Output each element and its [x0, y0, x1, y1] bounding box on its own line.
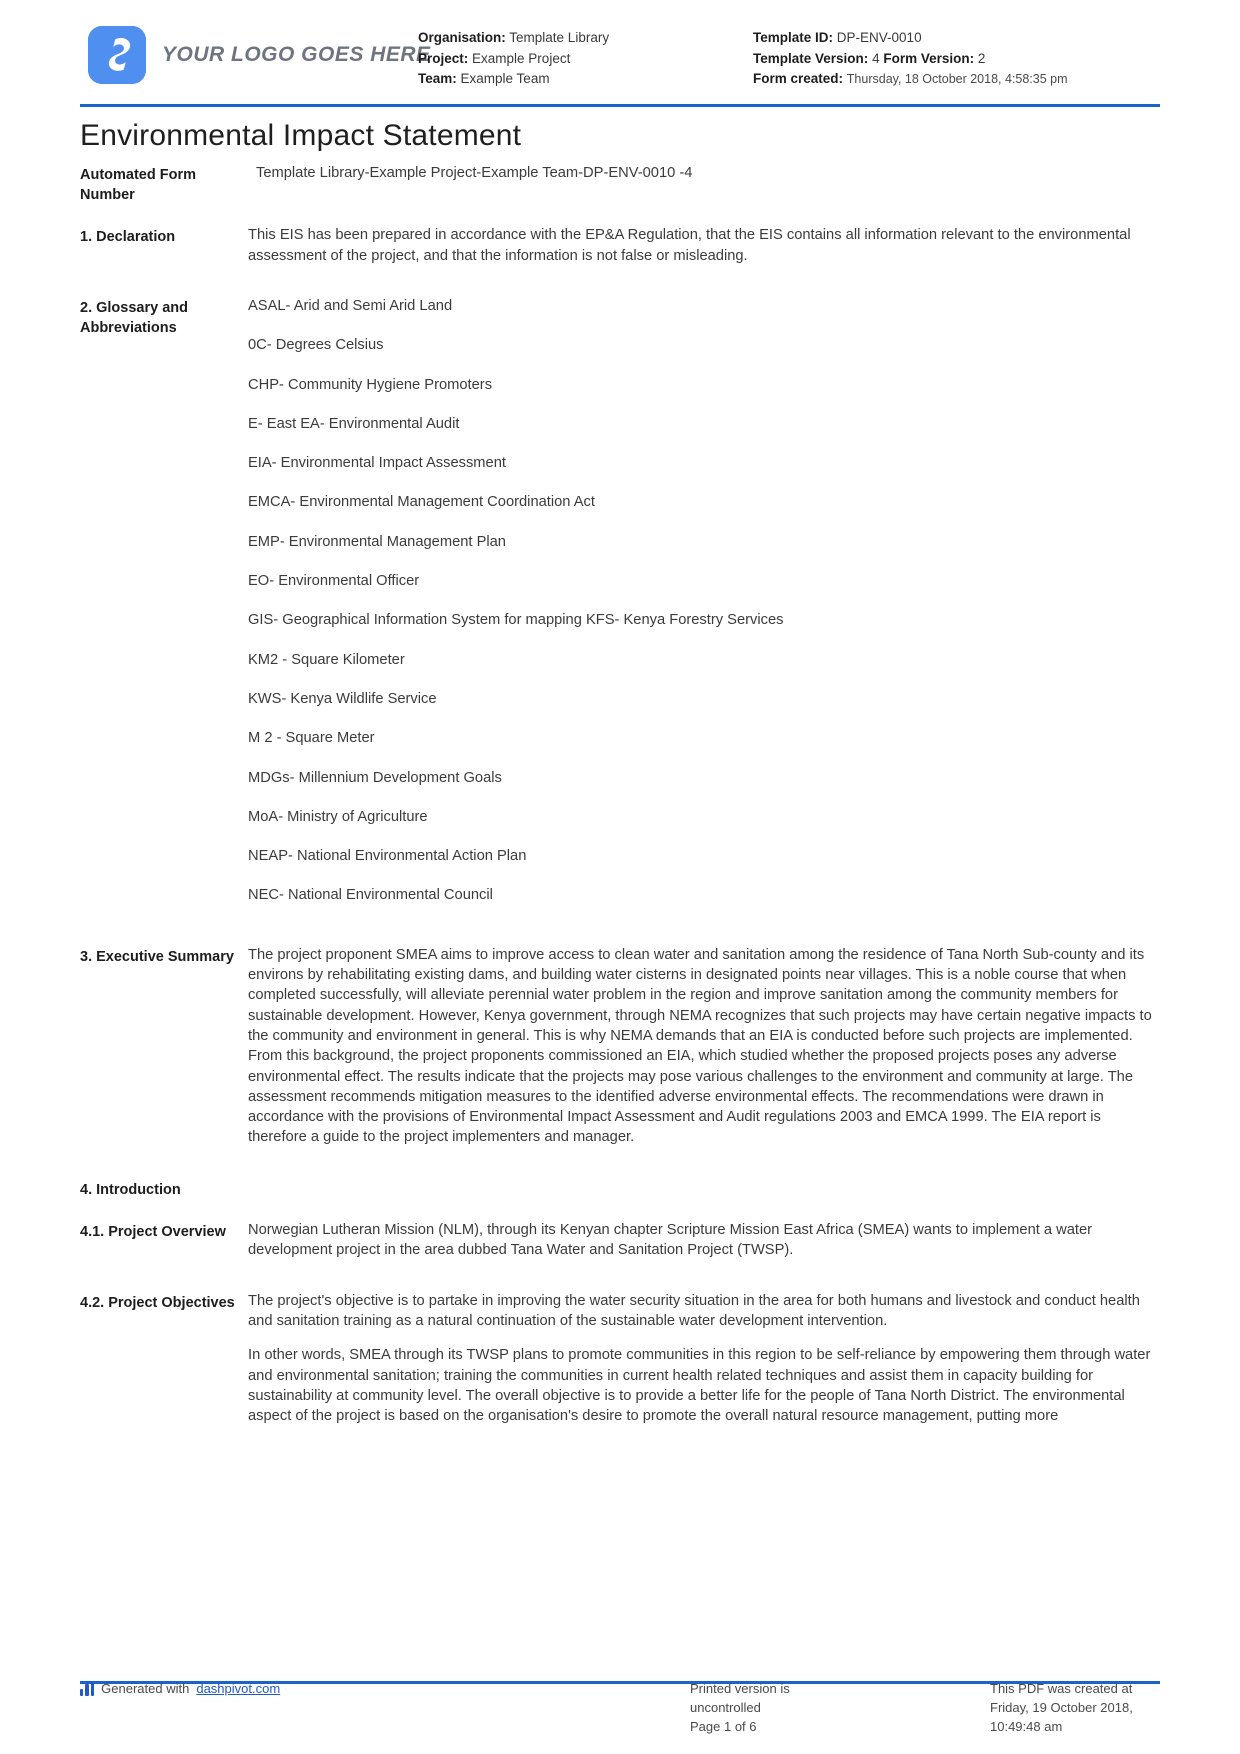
list-item: EO- Environmental Officer: [248, 573, 420, 590]
template-id-value: DP-ENV-0010: [836, 30, 922, 45]
project-objectives-label: 4.2. Project Objectives: [80, 1294, 235, 1311]
page-title: Environmental Impact Statement: [80, 119, 522, 152]
glossary-label: 2. Glossary and Abbreviations: [80, 296, 246, 338]
form-created-label: Form created:: [753, 71, 844, 86]
list-item: EIA- Environmental Impact Assessment: [248, 455, 506, 472]
list-item: M 2 - Square Meter: [248, 730, 375, 747]
project-label: Project:: [418, 50, 469, 66]
footer-pdf-info: This PDF was created at Friday, 19 Octob…: [800, 1679, 1160, 1736]
team-value: Example Team: [460, 71, 550, 86]
glossary-list: ASAL- Arid and Semi Arid Land 0C- Degree…: [248, 296, 1160, 905]
document-body: Automated Form Number Template Library-E…: [0, 163, 1240, 1427]
document-page: YOUR LOGO GOES HERE Organisation: Templa…: [0, 0, 1240, 1754]
list-item: EMP- Environmental Management Plan: [248, 533, 506, 550]
executive-summary-value: The project proponent SMEA aims to impro…: [246, 945, 1160, 1148]
automated-form-number-label: Automated Form Number: [80, 167, 196, 203]
dashpivot-s-logo-icon: [88, 26, 146, 84]
organisation-line: Organisation: Template Library: [418, 28, 753, 49]
team-label: Team:: [418, 71, 457, 86]
list-item: MDGs- Millennium Development Goals: [248, 769, 502, 786]
project-value: Example Project: [472, 50, 571, 66]
template-version-value: 4: [872, 50, 880, 66]
header-meta-left: Organisation: Template Library Project: …: [418, 18, 753, 90]
row-declaration: 1. Declaration This EIS has been prepare…: [80, 225, 1160, 266]
glossary-value: ASAL- Arid and Semi Arid Land 0C- Degree…: [246, 296, 1160, 925]
project-line: Project: Example Project: [418, 49, 753, 70]
footer-generated-with: Generated with dashpivot.com: [80, 1679, 440, 1698]
organisation-value: Template Library: [509, 30, 610, 45]
glossary-label-text: 2. Glossary and Abbreviations: [80, 300, 188, 336]
header-meta-right: Template ID: DP-ENV-0010 Template Versio…: [753, 18, 1160, 90]
project-objectives-paragraph-1: The project's objective is to partake in…: [248, 1292, 1140, 1330]
document-footer: Generated with dashpivot.com Printed ver…: [80, 1679, 1160, 1736]
template-id-line: Template ID: DP-ENV-0010: [753, 28, 1160, 49]
row-project-objectives: 4.2. Project Objectives The project's ob…: [80, 1291, 1160, 1427]
row-executive-summary: 3. Executive Summary The project propone…: [80, 945, 1160, 1148]
row-introduction: 4. Introduction: [80, 1178, 1160, 1200]
list-item: MoA- Ministry of Agriculture: [248, 808, 428, 825]
declaration-label: 1. Declaration: [80, 229, 176, 245]
project-objectives-paragraph-2: In other words, SMEA through its TWSP pl…: [248, 1347, 1151, 1425]
logo-text: YOUR LOGO GOES HERE: [162, 43, 431, 66]
dashpivot-link[interactable]: dashpivot.com: [196, 1679, 280, 1698]
list-item: EMCA- Environmental Management Coordinat…: [248, 494, 595, 511]
header-divider: [80, 104, 1160, 107]
list-item: CHP- Community Hygiene Promoters: [248, 376, 493, 393]
list-item: NEAP- National Environmental Action Plan: [248, 848, 527, 865]
row-project-overview: 4.1. Project Overview Norwegian Lutheran…: [80, 1220, 1160, 1261]
list-item: KM2 - Square Kilometer: [248, 651, 405, 668]
generated-with-label: Generated with: [101, 1681, 190, 1696]
list-item: KWS- Kenya Wildlife Service: [248, 690, 437, 707]
footer-print-info: Printed version is uncontrolled Page 1 o…: [440, 1679, 800, 1736]
automated-form-number-value: Template Library-Example Project-Example…: [256, 165, 693, 181]
project-overview-value: Norwegian Lutheran Mission (NLM), throug…: [248, 1221, 1093, 1259]
form-version-label: Form Version:: [883, 50, 975, 66]
team-line: Team: Example Team: [418, 69, 753, 90]
dashpivot-bars-icon: [80, 1681, 95, 1696]
list-item: ASAL- Arid and Semi Arid Land: [248, 298, 453, 314]
organisation-label: Organisation:: [418, 30, 506, 45]
project-overview-label: 4.1. Project Overview: [80, 1223, 226, 1240]
printed-notice: Printed version is uncontrolled: [690, 1681, 790, 1715]
executive-summary-label: 3. Executive Summary: [80, 948, 234, 965]
logo-block: YOUR LOGO GOES HERE: [88, 18, 430, 84]
form-created-line: Form created: Thursday, 18 October 2018,…: [753, 69, 1160, 90]
declaration-value: This EIS has been prepared in accordance…: [248, 227, 1131, 264]
form-created-value: Thursday, 18 October 2018, 4:58:35 pm: [846, 72, 1068, 86]
page-number: Page 1 of 6: [690, 1719, 757, 1734]
list-item: NEC- National Environmental Council: [248, 887, 493, 904]
project-objectives-value: The project's objective is to partake in…: [246, 1291, 1160, 1427]
template-id-label: Template ID:: [753, 30, 834, 45]
pdf-created-label: This PDF was created at: [990, 1681, 1133, 1696]
template-version-label: Template Version:: [753, 50, 869, 66]
row-automated-form-number: Automated Form Number Template Library-E…: [80, 163, 1160, 205]
executive-summary-paragraph: The project proponent SMEA aims to impro…: [248, 946, 1152, 1146]
row-glossary: 2. Glossary and Abbreviations ASAL- Arid…: [80, 296, 1160, 925]
document-header: YOUR LOGO GOES HERE Organisation: Templa…: [0, 0, 1240, 100]
pdf-created-value: Friday, 19 October 2018, 10:49:48 am: [990, 1700, 1133, 1734]
introduction-label: 4. Introduction: [80, 1181, 181, 1198]
template-version-line: Template Version: 4 Form Version: 2: [753, 49, 1160, 70]
list-item: GIS- Geographical Information System for…: [248, 612, 784, 629]
list-item: 0C- Degrees Celsius: [248, 337, 384, 354]
form-version-value: 2: [977, 50, 986, 66]
list-item: E- East EA- Environmental Audit: [248, 415, 460, 432]
